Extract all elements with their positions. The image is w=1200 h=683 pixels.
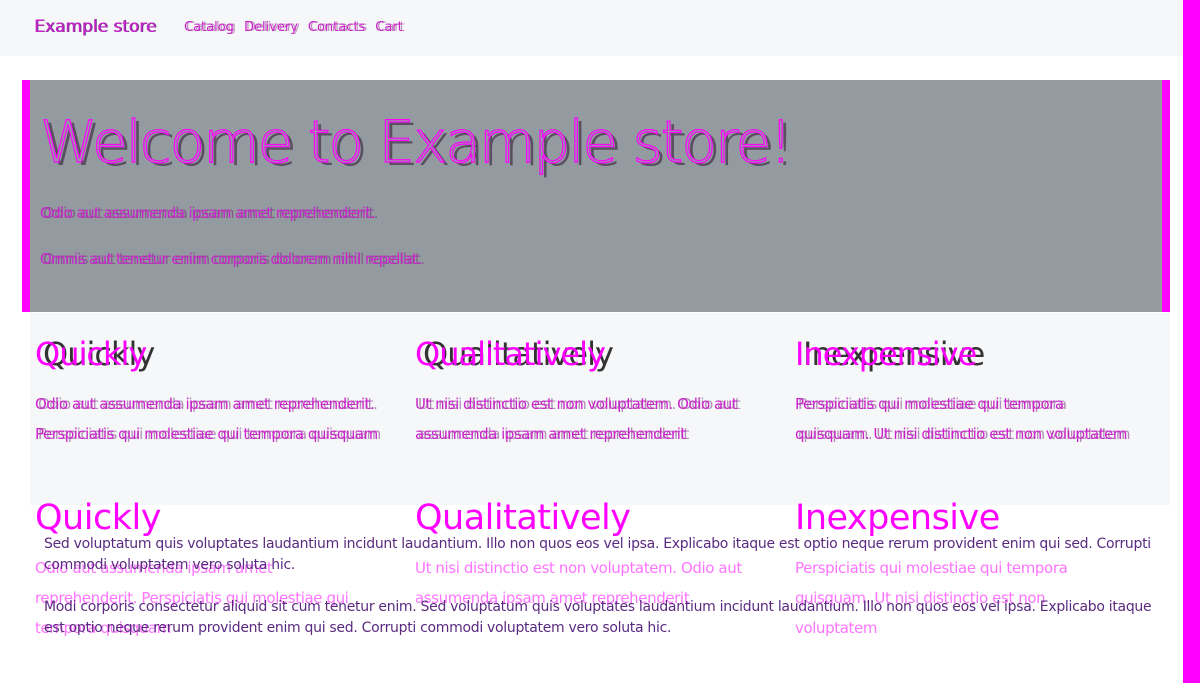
feature-title: Inexpensive [795, 335, 977, 373]
feature-title: Quickly [35, 498, 161, 538]
hero-text-line-2: Omnis aut tenetur enim corporis dolorem … [40, 250, 422, 268]
nav-link-catalog[interactable]: Catalog [184, 20, 234, 35]
hero-banner: Welcome to Example store! Odio aut assum… [22, 80, 1170, 312]
feature-title: Qualitatively [415, 498, 631, 538]
features-section: Quickly Odio aut assumenda ipsam amet re… [30, 313, 1170, 505]
feature-text: Perspiciatis qui molestiae qui tempora q… [795, 395, 1127, 443]
hero-text-line-1: Odio aut assumenda ipsam amet reprehende… [40, 204, 376, 222]
feature-title: Quickly [35, 335, 147, 373]
feature-text: Odio aut assumenda ipsam amet reprehende… [35, 395, 378, 443]
footer-paragraph-1: Sed voluptatum quis voluptates laudantiu… [44, 536, 1151, 573]
feature-title: Qualitatively [415, 335, 606, 373]
nav-link-delivery[interactable]: Delivery [244, 20, 298, 35]
main-nav: Catalog Delivery Contacts Cart [184, 20, 403, 35]
page-edge-bar [1183, 0, 1200, 683]
hero-title: Welcome to Example store! [39, 107, 793, 176]
footer-paragraph-2: Modi corporis consectetur aliquid sit cu… [44, 599, 1152, 636]
navbar: Example store Catalog Delivery Contacts … [0, 0, 1183, 56]
brand-logo[interactable]: Example store [34, 17, 156, 37]
nav-link-cart[interactable]: Cart [375, 20, 403, 35]
feature-text: Ut nisi distinctio est non voluptatem. O… [415, 395, 738, 443]
feature-title: Inexpensive [795, 498, 1000, 538]
nav-link-contacts[interactable]: Contacts [308, 20, 365, 35]
